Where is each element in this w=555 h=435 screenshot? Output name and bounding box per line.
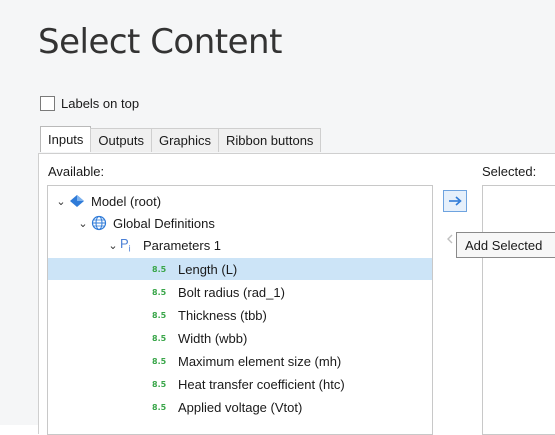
- labels-on-top-checkbox[interactable]: [40, 96, 55, 111]
- globe-icon: [90, 215, 108, 231]
- tree-item-heat-transfer-coefficient[interactable]: 8.5 Heat transfer coefficient (htc): [152, 373, 345, 395]
- tab-bar: Inputs Outputs Graphics Ribbon buttons: [40, 126, 322, 152]
- labels-on-top-option[interactable]: Labels on top: [40, 96, 139, 111]
- tree-item-label: Applied voltage (Vtot): [178, 399, 303, 415]
- tab-graphics[interactable]: Graphics: [150, 128, 219, 152]
- parameter-icon: 8.5: [152, 333, 167, 343]
- arrow-right-icon: [449, 196, 462, 206]
- model-icon: [68, 193, 86, 209]
- chevron-down-icon[interactable]: ⌄: [54, 195, 68, 208]
- tree-item-width[interactable]: 8.5 Width (wbb): [152, 327, 247, 349]
- parameter-icon: 8.5: [152, 379, 167, 389]
- parameter-icon: 8.5: [152, 356, 167, 366]
- tree-item-bolt-radius[interactable]: 8.5 Bolt radius (rad_1): [152, 281, 285, 303]
- parameters-icon: Pi: [120, 236, 131, 254]
- available-label: Available:: [48, 164, 105, 179]
- tree-node-label: Model (root): [91, 193, 162, 209]
- tree-node-label: Global Definitions: [113, 215, 215, 231]
- parameter-icon: 8.5: [152, 402, 167, 412]
- tree-item-label: Heat transfer coefficient (htc): [178, 376, 345, 392]
- parameter-icon: 8.5: [152, 264, 167, 274]
- arrow-left-icon: [447, 234, 453, 244]
- tree-node-label: Parameters 1: [143, 237, 222, 253]
- tree-item-length[interactable]: 8.5 Length (L): [48, 258, 432, 280]
- selected-label: Selected:: [482, 164, 537, 179]
- tree-item-label: Maximum element size (mh): [178, 353, 342, 369]
- tree-node-model[interactable]: ⌄ Model (root): [54, 190, 161, 212]
- tree-item-label: Thickness (tbb): [178, 307, 267, 323]
- tab-ribbon-buttons[interactable]: Ribbon buttons: [217, 128, 322, 152]
- remove-selected-button[interactable]: [443, 228, 457, 250]
- tree-item-label: Bolt radius (rad_1): [178, 284, 285, 300]
- tree-item-thickness[interactable]: 8.5 Thickness (tbb): [152, 304, 267, 326]
- select-content-panel: Select Content Labels on top Inputs Outp…: [0, 0, 555, 435]
- chevron-down-icon[interactable]: ⌄: [76, 217, 90, 230]
- selected-list[interactable]: [482, 185, 555, 435]
- tree-item-label: Width (wbb): [178, 330, 248, 346]
- labels-on-top-label: Labels on top: [61, 96, 140, 111]
- parameter-icon: 8.5: [152, 287, 167, 297]
- tree-item-label: Length (L): [178, 261, 238, 277]
- page-title: Select Content: [38, 22, 282, 62]
- tooltip: Add Selected: [456, 232, 555, 258]
- tree-node-global-definitions[interactable]: ⌄ Global Definitions: [76, 212, 215, 234]
- tree-node-parameters[interactable]: ⌄ Pi Parameters 1: [106, 234, 221, 256]
- tree-item-max-element-size[interactable]: 8.5 Maximum element size (mh): [152, 350, 341, 372]
- tab-outputs[interactable]: Outputs: [90, 128, 152, 152]
- add-selected-button[interactable]: [443, 190, 467, 212]
- tree-item-applied-voltage[interactable]: 8.5 Applied voltage (Vtot): [152, 396, 302, 418]
- available-tree[interactable]: ⌄ Model (root) ⌄ Global Definitions ⌄ Pi…: [47, 185, 433, 435]
- tab-inputs[interactable]: Inputs: [40, 126, 92, 152]
- chevron-down-icon[interactable]: ⌄: [106, 239, 120, 252]
- parameter-icon: 8.5: [152, 310, 167, 320]
